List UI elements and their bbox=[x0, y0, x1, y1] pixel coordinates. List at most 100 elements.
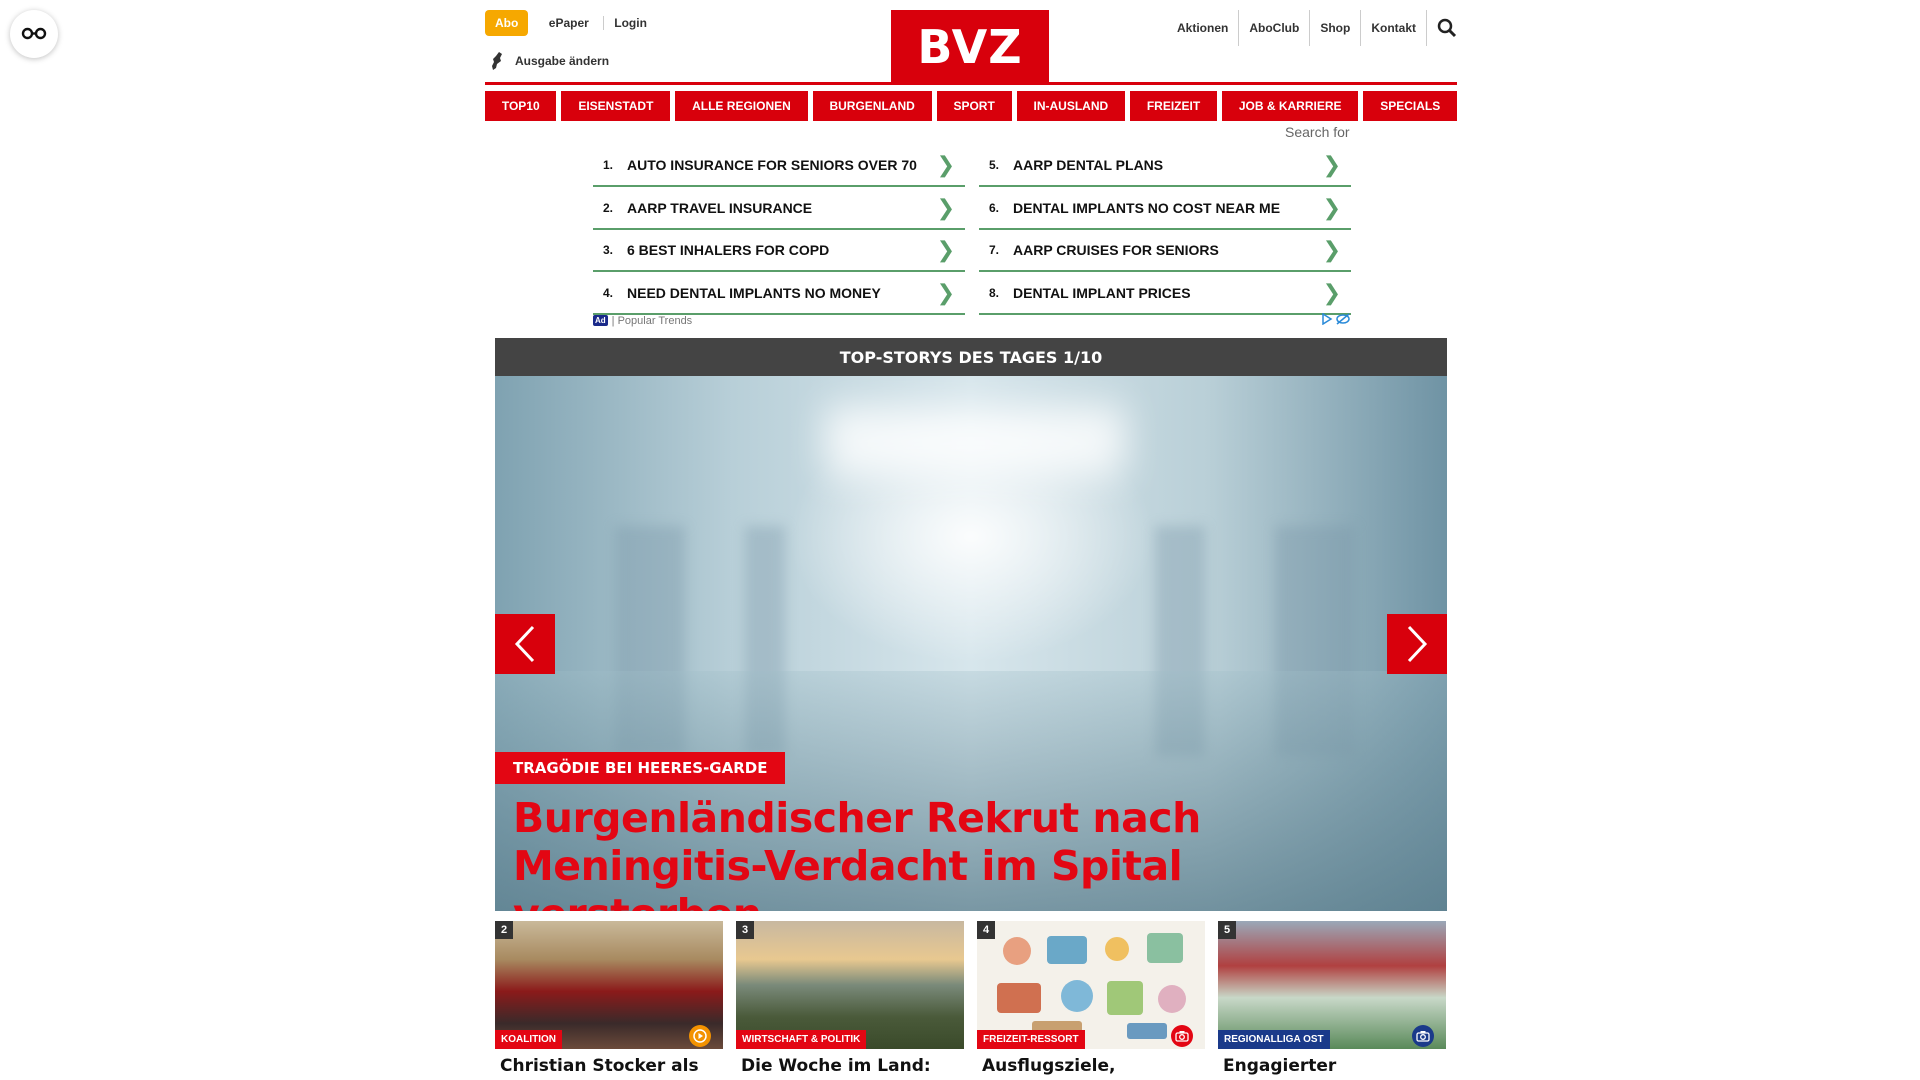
hero-story[interactable]: TRAGÖDIE BEI HEERES-GARDE Burgenländisch… bbox=[495, 376, 1447, 911]
nav-alle-regionen[interactable]: ALLE REGIONEN bbox=[675, 91, 808, 121]
ad-text: AARP DENTAL PLANS bbox=[1013, 157, 1164, 173]
story-category-tag: WIRTSCHAFT & POLITIK bbox=[736, 1030, 867, 1049]
story-card-image: 5 REGIONALLIGA OST bbox=[1218, 921, 1446, 1049]
reader-mode-button[interactable] bbox=[10, 10, 58, 58]
ad-link[interactable]: 8. DENTAL IMPLANT PRICES ❯ bbox=[979, 273, 1351, 315]
ad-list-right: 5. AARP DENTAL PLANS ❯ 6. DENTAL IMPLANT… bbox=[979, 145, 1351, 315]
story-card-title: Engagierter Siegendorfer Auftritt bbox=[1223, 1056, 1425, 1080]
story-card[interactable]: 5 REGIONALLIGA OST Engagierter Siegendor… bbox=[1218, 921, 1446, 1080]
header-left-links: Abo ePaper Login bbox=[485, 10, 657, 36]
nav-job-karriere[interactable]: JOB & KARRIERE bbox=[1222, 91, 1359, 121]
story-headline[interactable]: Burgenländischer Rekrut nach Meningitis-… bbox=[513, 794, 1433, 911]
camera-icon bbox=[1171, 1025, 1193, 1047]
aboclub-link[interactable]: AboClub bbox=[1238, 10, 1309, 46]
ad-text: AARP TRAVEL INSURANCE bbox=[627, 199, 813, 216]
story-rank: 4 bbox=[977, 921, 995, 939]
bvz-logo[interactable]: BVZ bbox=[891, 10, 1049, 84]
ad-number: 3. bbox=[603, 243, 614, 257]
ad-link[interactable]: 1. AUTO INSURANCE FOR SENIORS OVER 70 ❯ bbox=[593, 145, 965, 187]
play-icon bbox=[689, 1025, 711, 1047]
ad-text: DENTAL IMPLANTS NO COST NEAR ME bbox=[1013, 199, 1281, 216]
main-nav: TOP10 EISENSTADT ALLE REGIONEN BURGENLAN… bbox=[485, 91, 1458, 121]
ad-footer: Ad | Popular Trends bbox=[593, 312, 1351, 328]
nav-eisenstadt[interactable]: EISENSTADT bbox=[561, 91, 671, 121]
story-card-title: Christian Stocker als Bundeskanzler ange… bbox=[500, 1056, 699, 1080]
ad-number: 5. bbox=[989, 158, 1000, 172]
ad-link[interactable]: 5. AARP DENTAL PLANS ❯ bbox=[979, 145, 1351, 187]
chevron-right-icon: ❯ bbox=[1322, 237, 1341, 262]
ad-text: 6 BEST INHALERS FOR COPD bbox=[627, 242, 830, 258]
story-card[interactable]: 3 WIRTSCHAFT & POLITIK Die Woche im Land… bbox=[736, 921, 964, 1080]
story-card[interactable]: 2 KOALITION Christian Stocker als Bundes… bbox=[495, 921, 723, 1080]
story-rank: 2 bbox=[495, 921, 513, 939]
nav-in-ausland[interactable]: IN-AUSLAND bbox=[1016, 91, 1125, 121]
ad-link[interactable]: 3. 6 BEST INHALERS FOR COPD ❯ bbox=[593, 230, 965, 272]
chevron-right-icon: ❯ bbox=[936, 237, 955, 262]
ad-link[interactable]: 6. DENTAL IMPLANTS NO COST NEAR ME ❯ bbox=[979, 188, 1351, 230]
chevron-right-icon: ❯ bbox=[1322, 152, 1341, 177]
ad-badge: Ad bbox=[593, 315, 608, 326]
aktionen-link[interactable]: Aktionen bbox=[1167, 10, 1238, 46]
abo-button[interactable]: Abo bbox=[485, 10, 529, 36]
chevron-right-icon: ❯ bbox=[936, 194, 955, 220]
epaper-link[interactable]: ePaper bbox=[539, 16, 599, 30]
hero-image-light bbox=[825, 406, 1125, 476]
adchoices-icon[interactable] bbox=[1321, 312, 1351, 328]
nav-sport[interactable]: SPORT bbox=[936, 91, 1012, 121]
chevron-right-icon: ❯ bbox=[1322, 279, 1341, 305]
ad-text: NEED DENTAL IMPLANTS NO MONEY bbox=[627, 284, 881, 301]
search-button[interactable] bbox=[1426, 10, 1457, 46]
story-rank: 5 bbox=[1218, 921, 1236, 939]
ad-link[interactable]: 7. AARP CRUISES FOR SENIORS ❯ bbox=[979, 230, 1351, 272]
ad-text: AARP CRUISES FOR SENIORS bbox=[1013, 242, 1219, 258]
camera-icon bbox=[1412, 1025, 1434, 1047]
story-category-tag: REGIONALLIGA OST bbox=[1218, 1030, 1330, 1049]
story-category-tag: KOALITION bbox=[495, 1030, 562, 1049]
login-link[interactable]: Login bbox=[603, 16, 657, 30]
header-right-links: Aktionen AboClub Shop Kontakt bbox=[1167, 10, 1457, 46]
ad-number: 8. bbox=[989, 285, 1000, 300]
story-cards: 2 KOALITION Christian Stocker als Bundes… bbox=[495, 921, 1447, 1080]
nav-freizeit[interactable]: FREIZEIT bbox=[1130, 91, 1218, 121]
burgenland-map-icon bbox=[492, 52, 502, 70]
ad-number: 1. bbox=[603, 158, 614, 172]
top-stories-title: TOP-STORYS DES TAGES 1/10 bbox=[495, 338, 1447, 376]
ad-source-label: | Popular Trends bbox=[611, 314, 693, 327]
ad-text: AUTO INSURANCE FOR SENIORS OVER 70 bbox=[627, 157, 917, 173]
story-card[interactable]: 4 FREIZEIT-RESSORT Ausflugsziele, Rezept… bbox=[977, 921, 1205, 1080]
story-kicker: TRAGÖDIE BEI HEERES-GARDE bbox=[495, 752, 786, 784]
ad-link[interactable]: 4. NEED DENTAL IMPLANTS NO MONEY ❯ bbox=[593, 273, 965, 315]
change-edition-label: Ausgabe ändern bbox=[515, 54, 610, 68]
search-icon bbox=[1437, 18, 1457, 38]
ad-link[interactable]: 2. AARP TRAVEL INSURANCE ❯ bbox=[593, 188, 965, 230]
story-card-title: Die Woche im Land: Fasching, Energie- bbox=[741, 1056, 931, 1080]
kontakt-link[interactable]: Kontakt bbox=[1360, 10, 1426, 46]
story-card-image: 2 KOALITION bbox=[495, 921, 723, 1049]
ad-number: 6. bbox=[989, 200, 1000, 215]
shop-link[interactable]: Shop bbox=[1309, 10, 1360, 46]
nav-specials[interactable]: SPECIALS bbox=[1363, 91, 1458, 121]
ad-search-for-label: Search for bbox=[1285, 124, 1350, 140]
story-rank: 3 bbox=[736, 921, 754, 939]
slider-prev-button[interactable] bbox=[495, 614, 555, 674]
ad-number: 4. bbox=[603, 285, 614, 300]
change-edition-link[interactable]: Ausgabe ändern bbox=[491, 52, 609, 70]
ad-number: 7. bbox=[989, 243, 1000, 257]
slider-next-button[interactable] bbox=[1387, 614, 1447, 674]
chevron-right-icon bbox=[1407, 625, 1428, 663]
story-card-image: 4 FREIZEIT-RESSORT bbox=[977, 921, 1205, 1049]
ad-list-left: 1. AUTO INSURANCE FOR SENIORS OVER 70 ❯ … bbox=[593, 145, 965, 315]
story-category-tag: FREIZEIT-RESSORT bbox=[977, 1030, 1085, 1049]
chevron-left-icon bbox=[514, 625, 535, 663]
story-card-image: 3 WIRTSCHAFT & POLITIK bbox=[736, 921, 964, 1049]
story-card-title: Ausflugsziele, Rezepte, Gesundheitstipps… bbox=[982, 1056, 1116, 1080]
ad-text: DENTAL IMPLANT PRICES bbox=[1013, 284, 1191, 301]
header-divider bbox=[485, 82, 1457, 85]
site-header: Abo ePaper Login Ausgabe ändern BVZ Akti… bbox=[485, 10, 1457, 85]
glasses-icon bbox=[21, 27, 47, 40]
nav-burgenland[interactable]: BURGENLAND bbox=[812, 91, 932, 121]
nav-top10[interactable]: TOP10 bbox=[485, 91, 557, 121]
chevron-right-icon: ❯ bbox=[936, 279, 955, 305]
chevron-right-icon: ❯ bbox=[1322, 194, 1341, 220]
ad-number: 2. bbox=[603, 200, 614, 215]
